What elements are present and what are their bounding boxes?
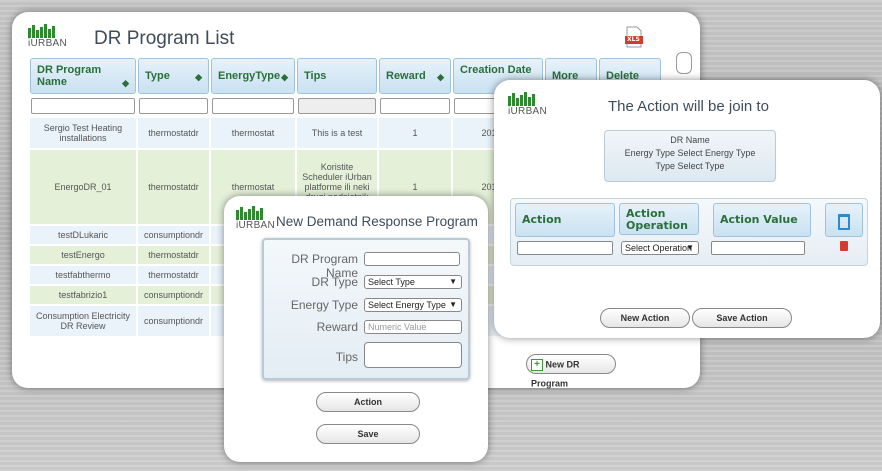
filter-type[interactable] [138, 96, 209, 116]
trash-icon[interactable] [838, 214, 850, 230]
action-join-window: iURBAN The Action will be join to DR Nam… [494, 80, 880, 338]
program-summary: DR Name Energy Type Select Energy Type T… [604, 130, 776, 182]
tips-label: Tips [335, 350, 358, 364]
logo-text: iURBAN [236, 220, 276, 231]
export-icon-label: XLS [627, 36, 640, 43]
iurban-logo: iURBAN [236, 206, 275, 234]
summary-energy-type: Energy Type Select Energy Type [624, 148, 756, 158]
new-action-button[interactable]: New Action [600, 308, 690, 328]
cell-type: consumptiondr [143, 316, 204, 326]
iurban-logo: iURBAN [28, 24, 67, 52]
sort-icon[interactable]: ◆ [122, 78, 129, 89]
new-program-window: iURBAN New Demand Response Program DR Pr… [224, 196, 488, 462]
filter-tips[interactable] [297, 96, 377, 116]
cell-type: thermostatdr [148, 182, 199, 192]
col-header-energytype[interactable]: EnergyType ◆ [211, 58, 295, 94]
logo-text: iURBAN [28, 38, 68, 49]
add-icon: + [531, 358, 543, 371]
col-header-action: Action [515, 203, 615, 237]
filter-reward[interactable] [379, 96, 451, 116]
dr-type-value: Select Type [368, 277, 415, 287]
cell-name: EnergoDR_01 [54, 182, 112, 192]
energy-type-value: Select Energy Type [368, 300, 446, 310]
col-header-type[interactable]: Type ◆ [138, 58, 209, 94]
logo-text: iURBAN [508, 106, 548, 117]
tips-textarea[interactable] [364, 342, 462, 368]
filter-name[interactable] [30, 96, 136, 116]
reward-label: Reward [316, 320, 358, 334]
reward-placeholder: Numeric Value [368, 322, 427, 332]
reward-input[interactable]: Numeric Value [364, 320, 462, 334]
filter-energytype-input[interactable] [212, 97, 294, 114]
sort-icon[interactable]: ◆ [195, 72, 202, 83]
energy-type-select[interactable]: Select Energy Type ▼ [364, 298, 462, 312]
energy-type-label: Energy Type [290, 298, 358, 312]
iurban-logo: iURBAN [508, 92, 547, 120]
action-table: Action Action Operation Action Value Sel… [510, 198, 868, 266]
dr-type-label: DR Type [311, 275, 358, 289]
filter-reward-input[interactable] [380, 97, 450, 114]
page-title: DR Program List [94, 28, 235, 49]
cell-name: testEnergo [61, 250, 105, 260]
col-header-operation: Action Operation [619, 203, 699, 235]
export-xls-icon[interactable]: XLS [624, 26, 644, 48]
cell-name: Sergio Test Heating installations [43, 123, 123, 143]
program-form: DR Program Name DR Type Select Type ▼ En… [262, 238, 470, 380]
cell-name: testfabthermo [55, 270, 111, 280]
save-button[interactable]: Save [316, 424, 420, 444]
operation-select[interactable]: Select Operation ▼ [621, 241, 699, 255]
cell-type: thermostatdr [148, 128, 199, 138]
action-value-input[interactable] [711, 241, 805, 255]
action-input[interactable] [517, 241, 613, 255]
summary-type: Type Select Type [655, 161, 725, 171]
col-header-value: Action Value [713, 203, 811, 237]
sort-icon[interactable]: ◆ [281, 72, 288, 83]
filter-name-input[interactable] [31, 97, 135, 114]
cell-type: thermostatdr [148, 270, 199, 280]
col-header-name[interactable]: DR Program Name ◆ [30, 58, 136, 94]
sort-icon[interactable]: ◆ [437, 72, 444, 83]
new-action-label: New Action [620, 313, 670, 323]
chevron-down-icon: ▼ [449, 277, 457, 286]
save-action-label: Save Action [716, 313, 768, 323]
action-button[interactable]: Action [316, 392, 420, 412]
cell-name: testDLukaric [57, 230, 109, 240]
operation-select-value: Select Operation [625, 243, 693, 253]
dr-name-input[interactable] [364, 252, 460, 266]
col-header-tips[interactable]: Tips [297, 58, 377, 94]
save-action-button[interactable]: Save Action [692, 308, 792, 328]
chevron-down-icon: ▼ [686, 243, 694, 252]
cell-type: consumptiondr [143, 290, 204, 300]
cell-tips: This is a test [311, 128, 363, 138]
cell-name: testfabrizio1 [58, 290, 108, 300]
summary-dr-name: DR Name [670, 135, 710, 145]
delete-action-icon[interactable] [840, 241, 848, 251]
chevron-down-icon: ▼ [449, 300, 457, 309]
filter-energytype[interactable] [211, 96, 295, 116]
new-dr-program-button[interactable]: + New DR Program [526, 354, 616, 388]
delete-all-header[interactable] [825, 203, 863, 237]
new-program-title: New Demand Response Program [276, 214, 478, 229]
cell-energy: thermostat [231, 128, 275, 138]
action-title: The Action will be join to [608, 98, 769, 115]
cell-reward: 1 [412, 128, 418, 138]
dr-type-select[interactable]: Select Type ▼ [364, 275, 462, 289]
cell-type: thermostatdr [148, 250, 199, 260]
cell-name: Consumption Electricity DR Review [35, 311, 131, 331]
cell-type: consumptiondr [143, 230, 204, 240]
filter-tips-input[interactable] [298, 97, 376, 114]
save-button-label: Save [357, 429, 379, 439]
action-button-label: Action [354, 397, 382, 407]
col-header-reward[interactable]: Reward ◆ [379, 58, 451, 94]
filter-type-input[interactable] [139, 97, 208, 114]
